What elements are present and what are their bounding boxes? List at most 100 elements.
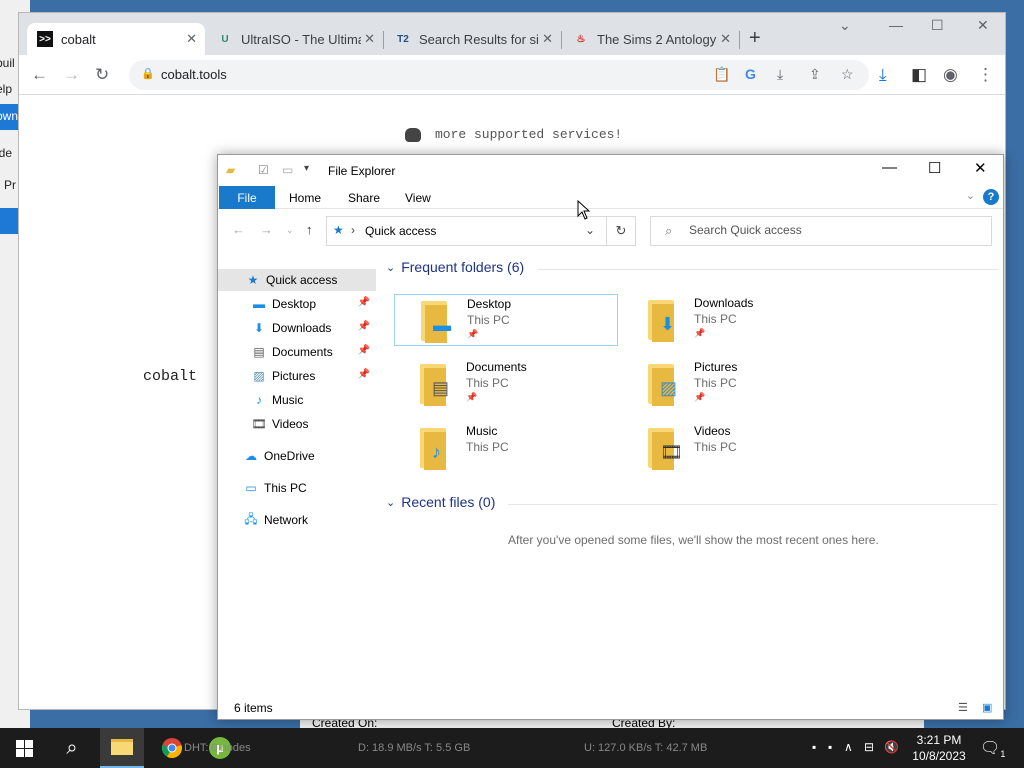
system-clock[interactable]: 3:21 PM 10/8/2023: [904, 732, 974, 764]
maximize-icon[interactable]: ☐: [931, 17, 944, 34]
pin-icon: 📌: [694, 328, 706, 338]
folder-tile-pictures[interactable]: ▨ Pictures This PC 📌: [622, 358, 846, 410]
nav-item-downloads[interactable]: ⬇ Downloads 📌: [218, 317, 376, 339]
address-bar[interactable]: 🔒 cobalt.tools 📋 G ⤓ ⇪ ☆: [129, 60, 869, 90]
windows-logo-icon: [15, 739, 33, 757]
close-tab-icon[interactable]: ✕: [542, 31, 553, 47]
search-box[interactable]: ⌕: [650, 216, 992, 246]
twitter-tray-icon[interactable]: ▪: [828, 740, 832, 754]
download-speed-status: D: 18.9 MB/s T: 5.5 GB: [358, 742, 471, 754]
taskbar-file-explorer[interactable]: [100, 728, 144, 768]
share-icon[interactable]: ⇪: [809, 66, 821, 83]
search-input[interactable]: [689, 223, 969, 237]
clipboard-icon[interactable]: 📋: [713, 66, 730, 83]
close-tab-icon[interactable]: ✕: [186, 31, 197, 47]
volume-muted-icon[interactable]: 🔇: [884, 740, 899, 754]
back-icon[interactable]: ←: [232, 222, 245, 237]
video-icon: 🎞: [660, 442, 683, 462]
folder-tile-music[interactable]: ♪ Music This PC: [394, 422, 618, 474]
pin-icon: 📌: [357, 321, 370, 332]
frequent-folders-header[interactable]: ⌄ Frequent folders (6): [386, 259, 524, 275]
item-count: 6 items: [234, 701, 273, 715]
taskbar: ⌕ µ DHT: 0 nodes D: 18.9 MB/s T: 5.5 GB …: [0, 728, 1024, 768]
show-hidden-icons-icon[interactable]: ∧: [844, 740, 853, 754]
folder-tile-videos[interactable]: 🎞 Videos This PC: [622, 422, 846, 474]
start-button[interactable]: [0, 728, 48, 768]
close-window-icon[interactable]: ✕: [974, 159, 987, 177]
terminal-icon: >>: [37, 31, 53, 47]
tab-separator: [561, 31, 562, 49]
notification-center-icon[interactable]: 🗨1: [980, 738, 1005, 759]
forward-icon[interactable]: →: [260, 222, 273, 237]
tab-search-results[interactable]: T2 Search Results for sims ✕: [385, 23, 561, 55]
document-icon: ▤: [253, 345, 265, 359]
close-tab-icon[interactable]: ✕: [364, 31, 375, 47]
nav-item-quick-access[interactable]: ★ Quick access: [218, 269, 376, 291]
maximize-icon[interactable]: ☐: [928, 159, 941, 177]
collapse-chevron-icon: ⌄: [386, 261, 396, 274]
help-icon[interactable]: ?: [983, 189, 999, 205]
downloads-icon[interactable]: ⤓: [879, 65, 887, 85]
customize-qat-icon[interactable]: ▾: [304, 163, 309, 174]
facebook-tray-icon[interactable]: ▪: [812, 740, 816, 754]
tab-search-chevron-icon[interactable]: ⌄: [839, 17, 851, 34]
refresh-button[interactable]: ↻: [606, 216, 636, 246]
recent-locations-icon[interactable]: ⌄: [286, 225, 294, 236]
nav-item-this-pc[interactable]: ▭ This PC: [218, 477, 376, 499]
forward-icon[interactable]: →: [63, 65, 80, 85]
nav-item-onedrive[interactable]: ☁ OneDrive: [218, 445, 376, 467]
nav-item-music[interactable]: ♪ Music: [218, 389, 376, 411]
close-window-icon[interactable]: ✕: [977, 17, 989, 34]
address-dropdown-icon[interactable]: ⌄: [585, 223, 595, 237]
search-icon: ⌕: [665, 223, 673, 238]
star-icon: ★: [247, 273, 259, 287]
nav-item-network[interactable]: 🖧 Network: [218, 509, 376, 531]
nav-item-pictures[interactable]: ▨ Pictures 📌: [218, 365, 376, 387]
tab-sims2[interactable]: ♨ The Sims 2 Antology ✕: [563, 23, 739, 55]
large-icons-view-icon[interactable]: ▣: [982, 701, 992, 714]
tab-home[interactable]: Home: [289, 186, 321, 209]
back-icon[interactable]: ←: [31, 65, 48, 85]
recent-files-header[interactable]: ⌄ Recent files (0): [386, 494, 495, 510]
minimize-icon[interactable]: —: [882, 159, 897, 176]
breadcrumb-chevron-icon[interactable]: ›: [351, 223, 355, 237]
close-tab-icon[interactable]: ✕: [720, 31, 731, 47]
status-bar: 6 items ☰ ▣: [218, 697, 1003, 719]
minimize-icon[interactable]: —: [889, 17, 903, 33]
nav-item-videos[interactable]: 🎞 Videos: [218, 413, 376, 435]
network-tray-icon[interactable]: ⊟: [864, 740, 874, 754]
bg-fragment: buil: [0, 56, 15, 70]
properties-icon[interactable]: ☑: [258, 163, 269, 177]
tab-share[interactable]: Share: [348, 186, 380, 209]
tab-cobalt[interactable]: >> cobalt ✕: [27, 23, 205, 55]
install-app-icon[interactable]: ⤓: [777, 66, 783, 83]
details-view-icon[interactable]: ☰: [958, 701, 968, 714]
profile-avatar-icon[interactable]: ◉: [943, 65, 958, 85]
folder-icon: ⬇: [648, 298, 684, 342]
supported-services-link[interactable]: more supported services!: [405, 127, 622, 142]
tab-file[interactable]: File: [219, 186, 275, 209]
taskbar-search-button[interactable]: ⌕: [52, 728, 92, 768]
picture-icon: ▨: [660, 378, 678, 398]
new-tab-button[interactable]: +: [749, 27, 761, 50]
up-arrow-icon[interactable]: ↑: [306, 222, 313, 237]
tab-strip: >> cobalt ✕ U UltraISO - The Ultimate ✕ …: [19, 13, 1005, 55]
refresh-icon: ↻: [615, 223, 627, 238]
nav-item-desktop[interactable]: ▬ Desktop 📌: [218, 293, 376, 315]
folder-tile-documents[interactable]: ▤ Documents This PC 📌: [394, 358, 618, 410]
new-folder-icon[interactable]: ▭: [282, 163, 293, 177]
music-icon: ♪: [432, 442, 441, 462]
menu-kebab-icon[interactable]: ⋮: [977, 65, 994, 85]
address-bar[interactable]: ★ › Quick access ⌄: [326, 216, 636, 246]
folder-tile-downloads[interactable]: ⬇ Downloads This PC 📌: [622, 294, 846, 346]
reload-icon[interactable]: ↻: [95, 65, 109, 85]
bookmark-star-icon[interactable]: ☆: [841, 66, 854, 83]
google-lens-icon[interactable]: G: [745, 66, 756, 82]
folder-tile-desktop[interactable]: ▬ Desktop This PC 📌: [394, 294, 618, 346]
tab-ultraiso[interactable]: U UltraISO - The Ultimate ✕: [207, 23, 383, 55]
nav-item-documents[interactable]: ▤ Documents 📌: [218, 341, 376, 363]
expand-ribbon-icon[interactable]: ⌄: [966, 189, 975, 202]
tab-view[interactable]: View: [405, 186, 431, 209]
side-panel-icon[interactable]: ◧: [911, 65, 927, 85]
breadcrumb-quick-access[interactable]: Quick access: [365, 224, 436, 238]
